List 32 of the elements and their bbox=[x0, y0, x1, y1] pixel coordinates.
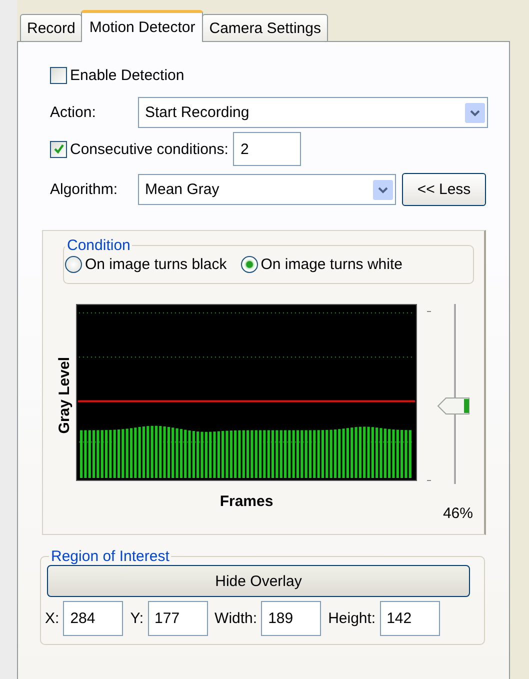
checkbox[interactable] bbox=[50, 67, 67, 84]
input-field[interactable]: 142 bbox=[380, 601, 440, 636]
input-field[interactable]: 177 bbox=[148, 601, 208, 636]
tab[interactable]: Camera Settings bbox=[202, 14, 328, 41]
radio-button[interactable] bbox=[240, 256, 258, 273]
axis-label: Frames bbox=[220, 493, 274, 512]
input-field[interactable]: 2 bbox=[233, 132, 302, 166]
action-dropdown[interactable]: Start Recording bbox=[138, 97, 488, 128]
radio-label: On image turns white bbox=[260, 256, 402, 273]
field-label: Height: bbox=[328, 610, 376, 627]
tab[interactable]: Motion Detector bbox=[81, 10, 204, 42]
tab[interactable]: Record bbox=[20, 14, 82, 41]
field-label: Width: bbox=[214, 610, 258, 627]
checkbox-label: Enable Detection bbox=[70, 67, 184, 84]
slider-thumb[interactable] bbox=[437, 396, 471, 415]
axis-label: Gray Level bbox=[56, 357, 72, 434]
radio-button[interactable] bbox=[65, 256, 82, 273]
checkbox[interactable] bbox=[50, 140, 67, 158]
checkbox-label: Consecutive conditions: bbox=[70, 140, 228, 158]
input-field[interactable]: 189 bbox=[261, 601, 322, 636]
field-label: X: bbox=[45, 610, 60, 627]
radio-label: On image turns black bbox=[85, 256, 227, 273]
field-label: Algorithm: bbox=[50, 181, 119, 198]
input-field[interactable]: 284 bbox=[63, 601, 124, 636]
group-title: Region of Interest bbox=[50, 548, 170, 565]
hide-overlay-button[interactable]: Hide Overlay bbox=[47, 565, 470, 597]
algorithm-dropdown[interactable]: Mean Gray bbox=[138, 174, 396, 205]
slider-value: 46% bbox=[442, 505, 473, 522]
field-label: Action: bbox=[50, 104, 97, 121]
group-title: Condition bbox=[66, 237, 132, 254]
field-label: Y: bbox=[130, 610, 144, 627]
less-button[interactable]: << Less bbox=[402, 173, 486, 206]
